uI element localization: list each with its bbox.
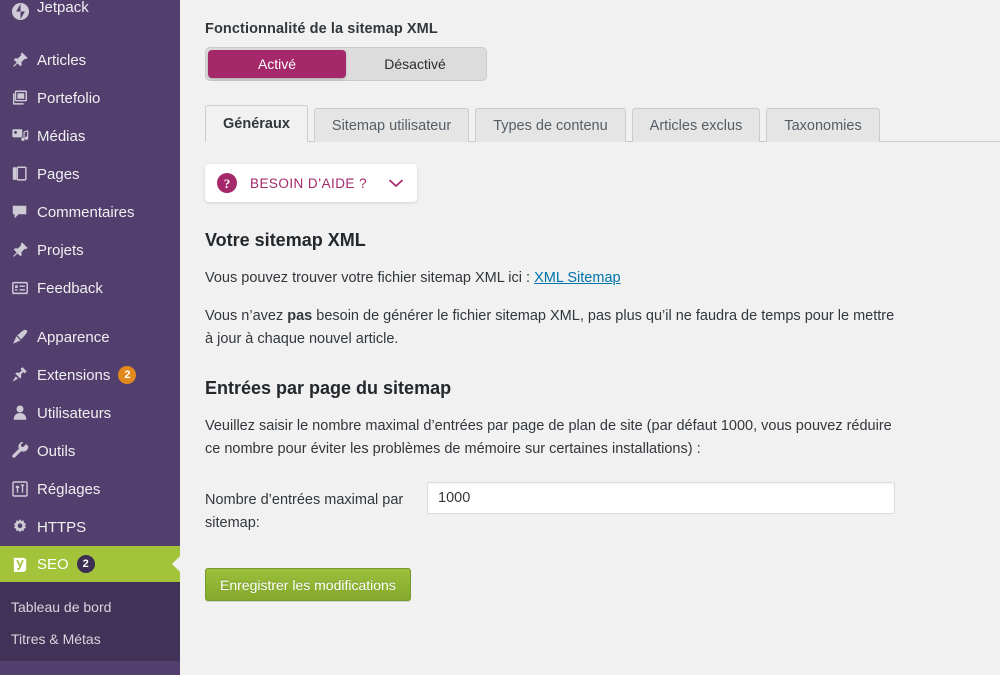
toggle-option-active[interactable]: Activé [208,50,346,78]
sidebar-item-label: Projets [37,241,84,259]
sidebar-item-feedback[interactable]: Feedback [0,269,180,307]
feedback-icon [11,277,37,299]
sidebar-subitem-tableau-de-bord[interactable]: Tableau de bord [0,591,180,623]
sidebar-item-jetpack[interactable]: Jetpack [0,0,180,30]
pin-icon [11,49,37,71]
sidebar-item-label: Pages [37,165,80,183]
sidebar-badge-count: 2 [118,366,137,384]
sitemap-info-emphasis: pas [287,308,313,325]
sidebar-item-pages[interactable]: Pages [0,155,180,193]
jetpack-icon [11,0,37,22]
tab-generaux[interactable]: Généraux [205,105,308,142]
sidebar-item-seo[interactable]: SEO 2 [0,546,180,582]
sidebar-item-label: Utilisateurs [37,404,112,422]
pages-icon [11,163,37,185]
user-icon [11,402,37,424]
sidebar-submenu-seo: Tableau de bord Titres & Métas [0,582,180,662]
sidebar-item-label: HTTPS [37,518,87,536]
sidebar-item-label: Réglages [37,480,101,498]
tab-types-de-contenu[interactable]: Types de contenu [475,108,626,142]
sidebar-item-label: Extensions [37,366,111,384]
tab-articles-exclus[interactable]: Articles exclus [631,108,761,142]
help-button-label: BESOIN D’AIDE ? [250,175,368,191]
wordpress-admin-screen: Jetpack Articles Portefolio Médias Pages… [0,0,1000,675]
max-entries-input[interactable] [427,482,895,515]
xml-sitemap-link[interactable]: XML Sitemap [534,270,621,286]
sitemap-feature-toggle[interactable]: Activé Désactivé [205,47,487,81]
sidebar-item-apparence[interactable]: Apparence [0,318,180,356]
sitemap-info-paragraph: Vous n’avez pas besoin de générer le fic… [205,305,895,350]
admin-sidebar: Jetpack Articles Portefolio Médias Pages… [0,0,180,675]
entries-section-description: Veuillez saisir le nombre maximal d’entr… [205,418,892,457]
sidebar-divider [0,307,180,318]
chevron-down-icon [389,179,403,188]
sidebar-item-label: Médias [37,127,86,145]
sitemap-location-paragraph: Vous pouvez trouver votre fichier sitema… [205,267,895,289]
sidebar-item-label: Jetpack [37,0,89,16]
max-entries-field-row: Nombre d’entrées maximal par sitemap: [205,482,895,534]
sidebar-item-label: Commentaires [37,203,135,221]
pin-icon [11,239,37,261]
sidebar-item-projets[interactable]: Projets [0,231,180,269]
sidebar-item-label: Apparence [37,328,110,346]
sidebar-item-https[interactable]: HTTPS [0,508,180,546]
gear-icon [11,516,37,538]
entries-section-heading: Entrées par page du sitemap [205,378,452,399]
sidebar-item-label: Feedback [37,279,103,297]
tab-sitemap-utilisateur[interactable]: Sitemap utilisateur [313,108,470,142]
main-content: Fonctionnalité de la sitemap XML Activé … [180,0,1000,675]
sidebar-badge-count: 2 [76,555,95,573]
sitemap-section-heading: Votre sitemap XML [205,230,366,250]
help-button[interactable]: ? BESOIN D’AIDE ? [205,164,418,202]
sitemap-info-part1: Vous n’avez [205,308,288,325]
sidebar-item-extensions[interactable]: Extensions 2 [0,356,180,394]
sidebar-item-commentaires[interactable]: Commentaires [0,193,180,231]
sidebar-item-label: Outils [37,442,76,460]
sidebar-item-outils[interactable]: Outils [0,432,180,470]
sidebar-item-label: Portefolio [37,89,101,107]
sitemap-location-text: Vous pouvez trouver votre fichier sitema… [205,270,535,286]
feature-title: Fonctionnalité de la sitemap XML [205,21,438,37]
media-icon [11,125,37,147]
plugin-icon [11,364,37,386]
settings-tabs: Généraux Sitemap utilisateur Types de co… [205,102,1000,142]
sidebar-item-medias[interactable]: Médias [0,117,180,155]
question-mark-icon: ? [217,173,237,193]
max-entries-label: Nombre d’entrées maximal par sitemap: [205,492,404,531]
sidebar-item-utilisateurs[interactable]: Utilisateurs [0,394,180,432]
tab-taxonomies[interactable]: Taxonomies [766,108,880,142]
sidebar-divider [0,30,180,41]
brush-icon [11,326,37,348]
portfolio-icon [11,87,37,109]
sidebar-item-label: Articles [37,51,87,69]
sidebar-item-articles[interactable]: Articles [0,41,180,79]
wrench-icon [11,440,37,462]
sidebar-item-portefolio[interactable]: Portefolio [0,79,180,117]
sidebar-item-label: SEO [37,555,69,573]
settings-sliders-icon [11,478,37,500]
toggle-option-disabled[interactable]: Désactivé [346,50,484,78]
yoast-logo-icon [11,553,37,575]
sidebar-subitem-titres-et-metas[interactable]: Titres & Métas [0,623,180,655]
sidebar-item-reglages[interactable]: Réglages [0,470,180,508]
comment-icon [11,201,37,223]
save-button[interactable]: Enregistrer les modifications [205,568,411,602]
